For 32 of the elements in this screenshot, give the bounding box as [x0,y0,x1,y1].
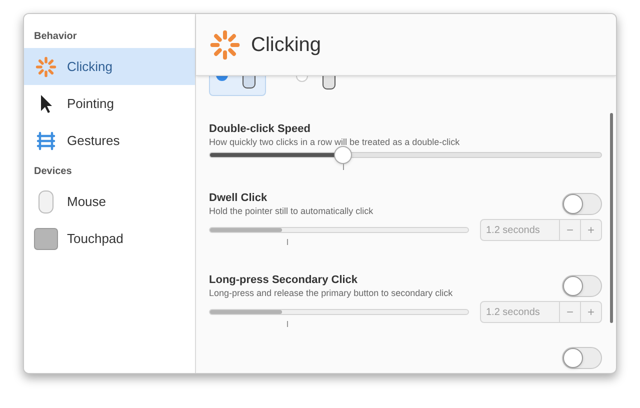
sidebar-label: Gestures [67,132,120,150]
spinner-icon [34,56,56,78]
sidebar-heading: Behavior [33,30,78,44]
sidebar-label: Clicking [67,58,113,76]
sidebar-item[interactable]: Clicking [24,48,195,85]
mouse-icon [38,190,54,214]
sidebar-heading: Devices [33,164,73,178]
spinner-icon [209,28,241,60]
gestures-icon [34,130,56,152]
slider-tick [287,321,288,327]
setting-title: Double-click Speed [209,122,312,136]
setting-description: How quickly two clicks in a row will be treated as a double-click [209,136,461,148]
page-title: Clicking [251,32,322,58]
sidebar-item[interactable]: Touchpad [24,220,195,257]
slider-tick [287,239,288,245]
spin-value: 1.2 seconds [485,224,541,238]
sidebar-item[interactable]: Mouse [24,183,195,220]
setting-title: Dwell Click [209,191,268,205]
sidebar-item[interactable]: Pointing [24,85,195,122]
setting-description: Long-press and release the primary button to secondary click [209,287,453,299]
setting-description: Hold the pointer still to automatically click [209,205,374,217]
slider-tick [342,164,344,170]
toggle-switch[interactable] [562,347,602,369]
scrollbar[interactable] [610,113,613,323]
setting-title: Long-press Secondary Click [209,273,359,287]
slider-thumb[interactable] [334,146,352,164]
sidebar-item[interactable]: Gestures [24,122,195,159]
sidebar-label: Pointing [67,94,114,113]
sidebar-label: Mouse [67,192,106,211]
touchpad-icon [34,228,58,250]
spin-value: 1.2 seconds [485,306,541,320]
sidebar-label: Touchpad [67,230,124,248]
